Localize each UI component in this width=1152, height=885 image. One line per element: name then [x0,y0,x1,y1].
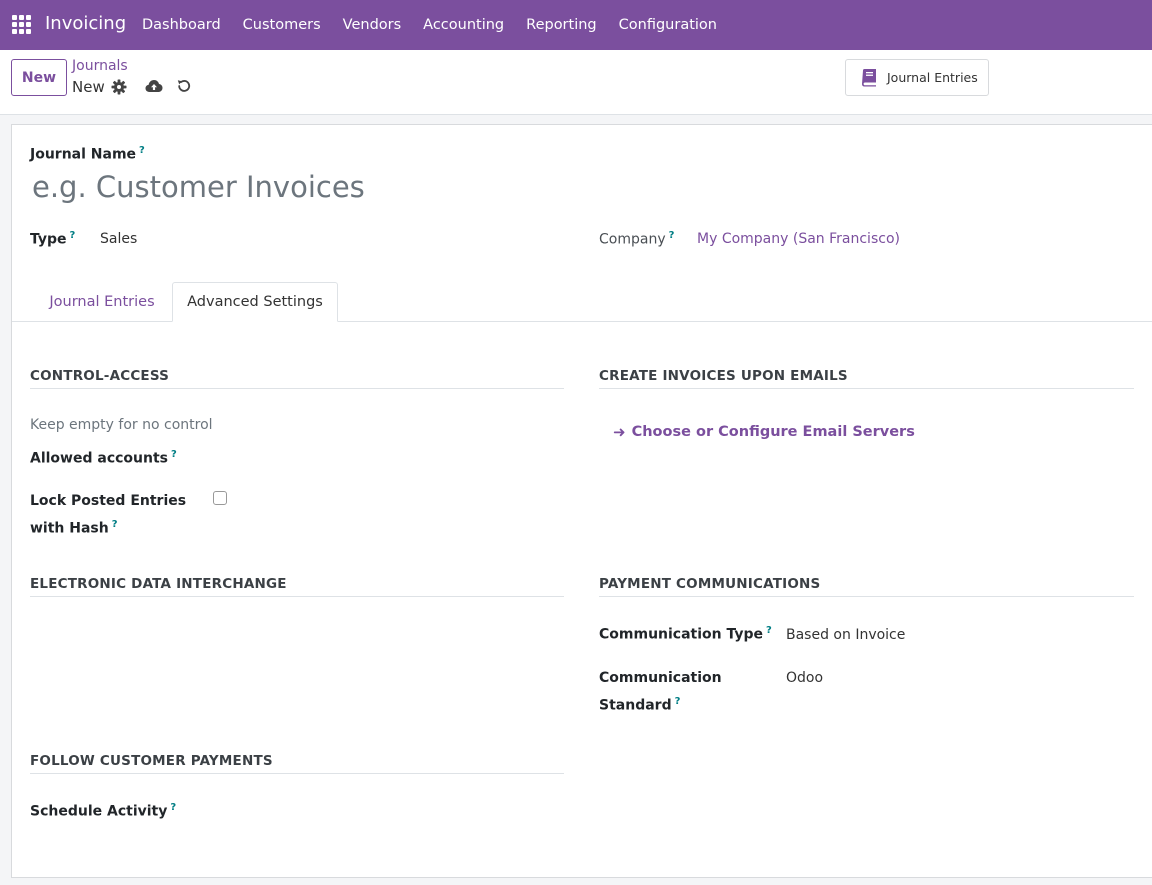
communication-type-value[interactable]: Based on Invoice [786,627,905,643]
journal-name-label: Journal Name? [30,145,145,163]
communication-standard-value[interactable]: Odoo [786,670,823,686]
section-title-control-access: CONTROL-ACCESS [30,368,170,384]
section-divider [599,388,1134,389]
help-tooltip-icon[interactable]: ? [171,449,177,460]
help-tooltip-icon[interactable]: ? [669,230,675,241]
new-button[interactable]: New [11,59,67,96]
menu-item-configuration[interactable]: Configuration [608,17,728,33]
help-tooltip-icon[interactable]: ? [170,802,176,813]
communication-type-label: Communication Type? [599,625,772,643]
lock-posted-entries-label: Lock Posted Entries with Hash? [30,493,187,537]
breadcrumb-journals[interactable]: Journals [72,58,128,74]
schedule-activity-label: Schedule Activity? [30,802,177,820]
apps-grid-icon[interactable] [12,15,31,34]
section-title-create-invoices: CREATE INVOICES UPON EMAILS [599,368,848,384]
control-panel: New Journals New Journal Entries [0,50,1152,115]
menu-item-reporting[interactable]: Reporting [515,17,608,33]
help-tooltip-icon[interactable]: ? [139,145,145,156]
lock-posted-entries-checkbox[interactable] [213,491,227,505]
tab-journal-entries[interactable]: Journal Entries [32,282,172,322]
tab-advanced-settings[interactable]: Advanced Settings [172,282,338,322]
section-title-follow-payments: FOLLOW CUSTOMER PAYMENTS [30,753,273,769]
help-tooltip-icon[interactable]: ? [675,696,681,707]
main-menu: Dashboard Customers Vendors Accounting R… [131,0,728,50]
allowed-accounts-label: Allowed accounts? [30,449,177,467]
top-navbar: Invoicing Dashboard Customers Vendors Ac… [0,0,1152,50]
type-value[interactable]: Sales [100,231,137,247]
company-label: Company? [599,230,675,248]
section-title-edi: ELECTRONIC DATA INTERCHANGE [30,576,287,592]
configure-email-servers-link[interactable]: ➜ Choose or Configure Email Servers [613,423,915,441]
book-icon [862,69,876,87]
control-access-help-text: Keep empty for no control [30,417,213,433]
undo-icon[interactable] [176,78,192,94]
type-label: Type? [30,230,76,248]
company-value[interactable]: My Company (San Francisco) [697,231,900,247]
communication-standard-label: Communication Standard? [599,670,722,714]
arrow-right-icon: ➜ [613,423,626,441]
gear-icon[interactable] [111,79,127,95]
breadcrumb-current: New [72,78,105,96]
help-tooltip-icon[interactable]: ? [70,230,76,241]
section-divider [30,596,564,597]
journal-entries-smart-button[interactable]: Journal Entries [845,59,989,96]
form-sheet: Journal Name? Type? Sales Company? My Co… [11,124,1152,878]
menu-item-customers[interactable]: Customers [232,17,332,33]
cloud-upload-icon[interactable] [145,78,163,94]
menu-item-vendors[interactable]: Vendors [332,17,413,33]
section-divider [30,388,564,389]
menu-item-accounting[interactable]: Accounting [412,17,515,33]
menu-item-dashboard[interactable]: Dashboard [131,17,232,33]
help-tooltip-icon[interactable]: ? [112,519,118,530]
journal-name-input[interactable] [32,167,572,207]
section-divider [599,596,1134,597]
app-name[interactable]: Invoicing [45,13,126,34]
section-title-payment-communications: PAYMENT COMMUNICATIONS [599,576,821,592]
smart-button-label: Journal Entries [887,70,978,85]
help-tooltip-icon[interactable]: ? [766,625,772,636]
section-divider [30,773,564,774]
